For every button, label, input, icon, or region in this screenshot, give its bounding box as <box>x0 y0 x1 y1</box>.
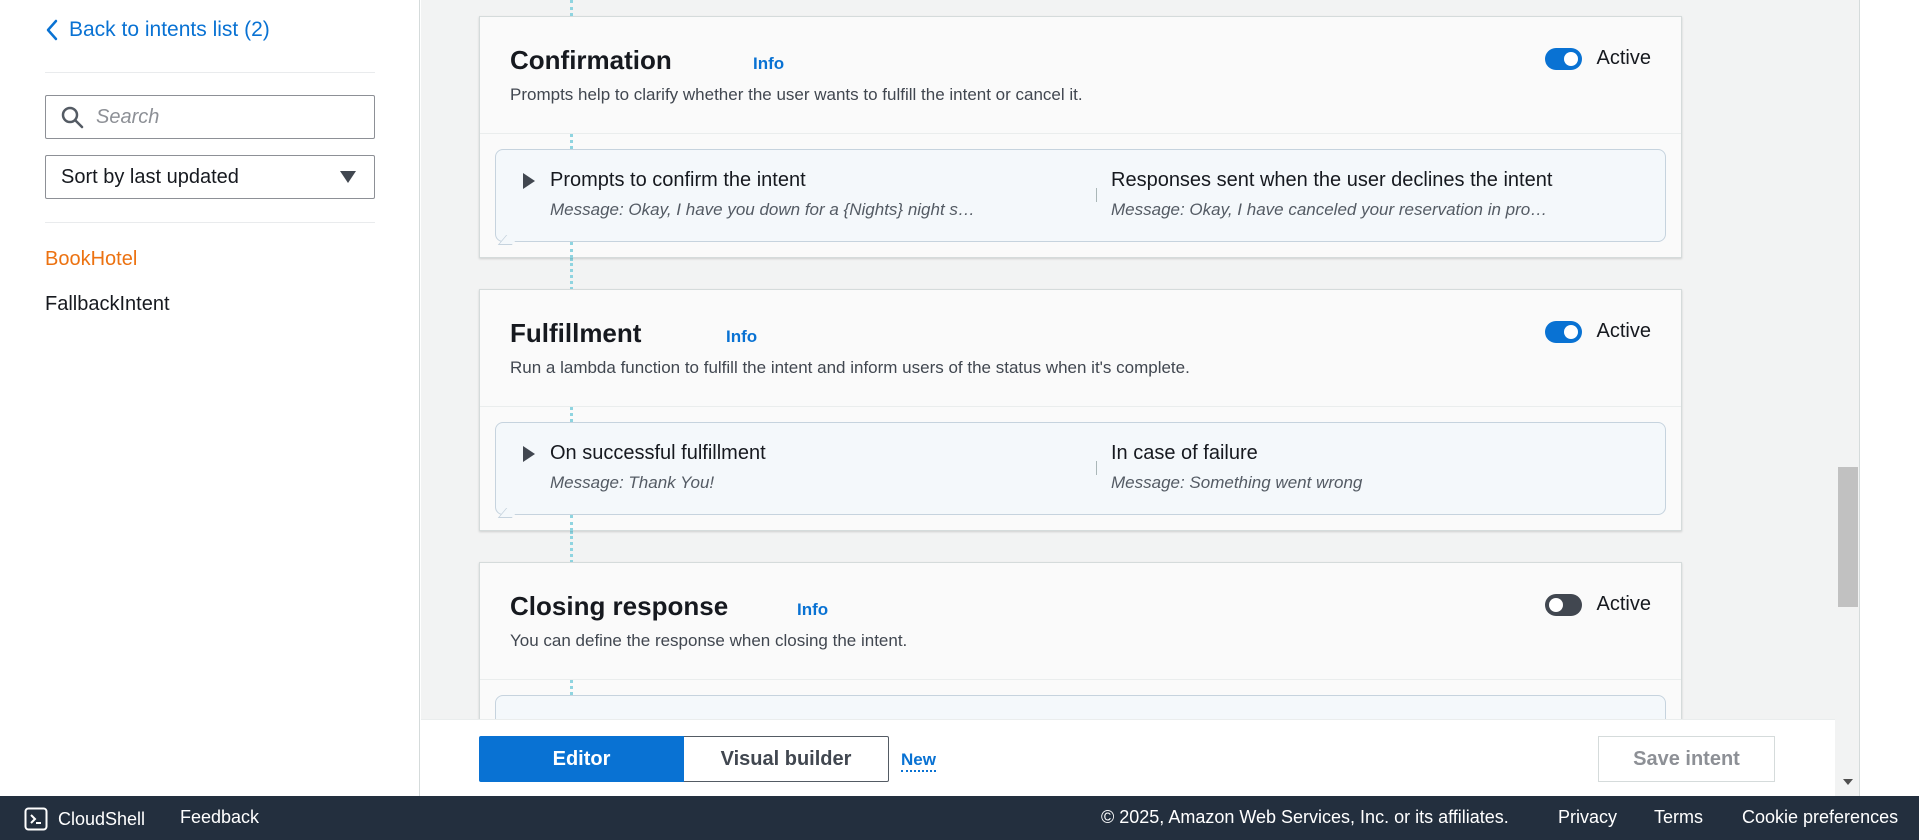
confirmation-card: Confirmation Info Prompts help to clarif… <box>479 16 1682 258</box>
active-toggle-group: Active <box>1544 47 1651 70</box>
fulfillment-card: Fulfillment Info Run a lambda function t… <box>479 289 1682 531</box>
card-description: You can define the response when closing… <box>510 631 908 650</box>
cloudshell-icon <box>24 807 48 831</box>
card-body: Prompts to confirm the intent Message: O… <box>480 134 1681 258</box>
toggle-label: Active <box>1596 593 1651 615</box>
sort-select-value: Sort by last updated <box>61 165 239 188</box>
message-box[interactable]: Prompts to confirm the intent Message: O… <box>495 149 1666 245</box>
flow-connector <box>570 680 573 695</box>
card-description: Run a lambda function to fulfill the int… <box>510 358 1190 377</box>
message-column-title: In case of failure <box>1111 442 1258 464</box>
flow-connector <box>570 242 573 258</box>
card-title: Closing response <box>510 591 729 621</box>
expand-caret-icon[interactable] <box>523 446 535 462</box>
toggle-knob <box>1563 324 1578 339</box>
search-input[interactable] <box>96 105 356 129</box>
intent-item-bookhotel[interactable]: BookHotel <box>45 248 137 271</box>
active-toggle[interactable] <box>1544 593 1582 616</box>
message-box[interactable]: On successful fulfillment Message: Thank… <box>495 422 1666 518</box>
editor-action-bar: Editor Visual builder New Save intent <box>421 719 1835 796</box>
card-header: Fulfillment Info Run a lambda function t… <box>480 290 1681 407</box>
copyright-text: © 2025, Amazon Web Services, Inc. or its… <box>1101 807 1509 827</box>
speech-tail <box>497 508 521 518</box>
message-column-title: On successful fulfillment <box>550 442 766 464</box>
card-header: Confirmation Info Prompts help to clarif… <box>480 17 1681 134</box>
editor-mode-button[interactable]: Editor <box>479 736 684 782</box>
caret-down-icon <box>340 171 356 183</box>
card-header: Closing response Info You can define the… <box>480 563 1681 680</box>
message-preview: Message: Thank You! <box>550 473 715 492</box>
message-preview: Message: Okay, I have canceled your rese… <box>1111 200 1548 219</box>
terms-link[interactable]: Terms <box>1654 807 1703 828</box>
console-footer: CloudShell Feedback © 2025, Amazon Web S… <box>0 796 1919 840</box>
cookie-preferences-link[interactable]: Cookie preferences <box>1742 807 1898 828</box>
save-intent-button[interactable]: Save intent <box>1598 736 1775 782</box>
flow-connector <box>570 134 573 149</box>
card-body: On successful fulfillment Message: Thank… <box>480 407 1681 531</box>
active-toggle-group: Active <box>1544 593 1651 616</box>
message-preview: Message: Okay, I have you down for a {Ni… <box>550 200 975 219</box>
message-column-title: Responses sent when the user declines th… <box>1111 169 1553 191</box>
visual-builder-mode-button[interactable]: Visual builder <box>684 736 889 782</box>
cloudshell-button[interactable]: CloudShell <box>24 807 145 831</box>
toggle-knob <box>1563 51 1578 66</box>
sidebar-divider <box>45 72 375 73</box>
active-toggle-group: Active <box>1544 320 1651 343</box>
back-link-label[interactable]: Back to intents list (2) <box>69 18 270 42</box>
toggle-label: Active <box>1596 320 1651 342</box>
intent-item-fallbackintent[interactable]: FallbackIntent <box>45 293 170 316</box>
feedback-link[interactable]: Feedback <box>180 807 259 828</box>
expand-caret-icon[interactable] <box>523 173 535 189</box>
back-to-intents-link[interactable]: Back to intents list (2) <box>45 18 270 42</box>
search-icon <box>61 106 84 129</box>
intent-editor-main: Confirmation Info Prompts help to clarif… <box>421 0 1859 796</box>
flow-connector <box>570 531 573 563</box>
active-toggle[interactable] <box>1544 320 1582 343</box>
message-preview: Message: Something went wrong <box>1111 473 1363 492</box>
vertical-scrollbar[interactable] <box>1837 0 1859 796</box>
toggle-label: Active <box>1596 47 1651 69</box>
message-column-title: Prompts to confirm the intent <box>550 169 806 191</box>
scroll-down-arrow-icon[interactable] <box>1843 779 1853 785</box>
cloudshell-label[interactable]: CloudShell <box>58 809 145 830</box>
toggle-knob <box>1548 597 1563 612</box>
info-link[interactable]: Info <box>753 54 784 74</box>
card-title: Confirmation <box>510 45 672 75</box>
flow-connector <box>570 407 573 422</box>
intent-search-box[interactable] <box>45 95 375 139</box>
privacy-link[interactable]: Privacy <box>1558 807 1617 828</box>
flow-connector <box>570 258 573 290</box>
intents-sidebar: Back to intents list (2) Sort by last up… <box>0 0 420 796</box>
right-panel-gutter <box>1859 0 1919 796</box>
scrollbar-thumb[interactable] <box>1838 467 1858 607</box>
info-link[interactable]: Info <box>726 327 757 347</box>
chevron-left-icon <box>46 19 58 41</box>
info-link[interactable]: Info <box>797 600 828 620</box>
flow-connector <box>570 515 573 531</box>
column-separator <box>1096 461 1097 475</box>
speech-tail <box>497 235 521 245</box>
card-title: Fulfillment <box>510 318 642 348</box>
sort-select[interactable]: Sort by last updated <box>45 155 375 199</box>
new-badge[interactable]: New <box>901 750 936 772</box>
active-toggle[interactable] <box>1544 47 1582 70</box>
sidebar-divider <box>45 222 375 223</box>
card-description: Prompts help to clarify whether the user… <box>510 85 1083 104</box>
flow-connector <box>570 0 573 16</box>
column-separator <box>1096 188 1097 202</box>
